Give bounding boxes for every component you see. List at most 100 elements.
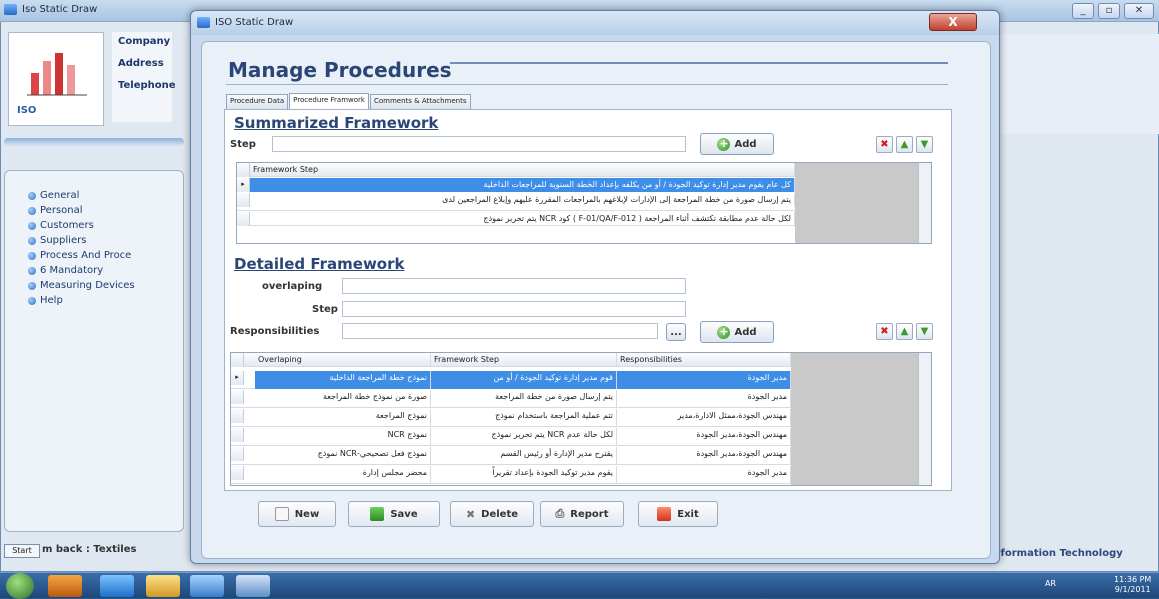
detailed-step-input[interactable]: [342, 301, 686, 317]
column-header-framework-step[interactable]: Framework Step: [431, 353, 617, 367]
maximize-button[interactable]: ▫: [1098, 3, 1120, 19]
internet-explorer-icon[interactable]: [100, 575, 134, 597]
nav-item-measuring-devices[interactable]: Measuring Devices: [28, 278, 135, 293]
dialog-close-button[interactable]: X: [929, 13, 977, 31]
nav-item-mandatory[interactable]: 6 Mandatory: [28, 263, 135, 278]
responsibilities-input[interactable]: [342, 323, 658, 339]
title-underline: [450, 62, 948, 64]
table-row[interactable]: نموذج المراجعة تتم عملية المراجعة باستخد…: [231, 409, 791, 427]
bullet-icon: [28, 251, 36, 260]
word-icon[interactable]: [236, 575, 270, 597]
nav-item-suppliers[interactable]: Suppliers: [28, 233, 135, 248]
table-row[interactable]: نموذج NCR لكل حالة عدم NCR يتم تحرير نمو…: [231, 428, 791, 446]
overlaping-cell: صورة من نموذج خطة المراجعة: [255, 390, 431, 408]
responsibilities-cell: مهندس الجودة،مدير الجودة: [617, 428, 791, 446]
detailed-move-up-icon[interactable]: ▲: [896, 323, 913, 340]
column-header-framework-step[interactable]: Framework Step: [250, 163, 795, 177]
report-button[interactable]: ⎙ Report: [540, 501, 624, 527]
nav-label: Measuring Devices: [40, 280, 135, 291]
summarized-move-down-icon[interactable]: ▼: [916, 136, 933, 153]
language-indicator[interactable]: AR: [1045, 579, 1056, 588]
summarized-move-up-icon[interactable]: ▲: [896, 136, 913, 153]
delete-button[interactable]: ✖ Delete: [450, 501, 534, 527]
new-document-icon: [274, 507, 289, 521]
nav-label: Personal: [40, 205, 83, 216]
summarized-add-button[interactable]: + Add: [700, 133, 774, 155]
navigation-list: General Personal Customers Suppliers Pro…: [28, 188, 135, 308]
summarized-scrollbar[interactable]: [918, 163, 931, 243]
overlaping-cell: نموذج خطة المراجعة الداخلية: [255, 371, 431, 389]
tab-comments-attachments[interactable]: Comments & Attachments: [369, 94, 471, 109]
table-row[interactable]: صورة من نموذج خطة المراجعة يتم إرسال صور…: [231, 390, 791, 408]
framework-step-cell: يتم إرسال صورة من خطة المراجعة: [431, 390, 617, 408]
table-row[interactable]: نموذج فعل تصحيحي-NCR نموذج يقترح مدير ال…: [231, 447, 791, 465]
summarized-delete-icon[interactable]: ✖: [876, 136, 893, 153]
table-row[interactable]: ▸ نموذج خطة المراجعة الداخلية قوم مدير إ…: [231, 371, 791, 389]
summarized-step-input[interactable]: [272, 136, 686, 152]
divider: [4, 138, 184, 146]
windows-start-orb-icon[interactable]: [6, 573, 34, 599]
grid-header-row: Framework Step: [237, 163, 795, 177]
grid-header-row: Overlaping Framework Step Responsibiliti…: [231, 353, 791, 367]
overlaping-cell: نموذج NCR: [255, 428, 431, 446]
add-icon: +: [717, 136, 731, 151]
nav-label: Customers: [40, 220, 94, 231]
report-icon: ⎙: [555, 507, 565, 520]
bar-chart-logo-icon: [27, 53, 87, 96]
framework-step-cell: كل عام يقوم مدير إدارة توكيد الجودة / أو…: [250, 178, 795, 192]
status-text: m back : Textiles: [42, 544, 137, 555]
table-row[interactable]: محضر مجلس إدارة يقوم مدير توكيد الجودة ب…: [231, 466, 791, 484]
detailed-scrollbar[interactable]: [918, 353, 931, 485]
detailed-add-button[interactable]: + Add: [700, 321, 774, 343]
tab-procedure-framework[interactable]: Procedure Framwork: [289, 93, 369, 109]
exit-button[interactable]: Exit: [638, 501, 718, 527]
nav-item-general[interactable]: General: [28, 188, 135, 203]
start-button[interactable]: Start: [4, 544, 40, 558]
row-selector-icon: ▸: [237, 178, 250, 192]
row-header: [237, 193, 250, 207]
bullet-icon: [28, 236, 36, 245]
nav-item-customers[interactable]: Customers: [28, 218, 135, 233]
row-header: [237, 163, 250, 177]
table-row[interactable]: يتم إرسال صورة من خطة المراجعة إلى الإدا…: [237, 193, 795, 211]
overlaping-input[interactable]: [342, 278, 686, 294]
bullet-icon: [28, 281, 36, 290]
row-header: [237, 212, 250, 226]
table-row[interactable]: ▸ كل عام يقوم مدير إدارة توكيد الجودة / …: [237, 178, 795, 192]
app-task-icon[interactable]: [190, 575, 224, 597]
media-player-icon[interactable]: [48, 575, 82, 597]
responsibilities-cell: مهندس الجودة،مدير الجودة: [617, 447, 791, 465]
framework-step-cell: يتم إرسال صورة من خطة المراجعة إلى الإدا…: [250, 193, 795, 207]
new-button[interactable]: New: [258, 501, 336, 527]
nav-item-help[interactable]: Help: [28, 293, 135, 308]
background-close-button[interactable]: ✕: [1124, 3, 1154, 19]
detailed-move-down-icon[interactable]: ▼: [916, 323, 933, 340]
bullet-icon: [28, 191, 36, 200]
background-window-title: Iso Static Draw: [22, 4, 98, 15]
company-label: Company: [118, 36, 171, 47]
nav-item-process[interactable]: Process And Proce: [28, 248, 135, 263]
overlaping-cell: نموذج المراجعة: [255, 409, 431, 427]
app-icon: [4, 4, 17, 15]
exit-label: Exit: [677, 508, 699, 520]
minimize-button[interactable]: _: [1072, 3, 1094, 19]
responsibilities-cell: مهندس الجودة،ممثل الادارة،مدير: [617, 409, 791, 427]
summarized-framework-heading: Summarized Framework: [234, 114, 439, 132]
row-header: [231, 447, 244, 461]
clock[interactable]: 11:36 PM 9/1/2011: [1114, 575, 1151, 595]
step-label: Step: [230, 139, 256, 150]
company-info: Company Address Telephone: [112, 32, 176, 122]
column-header-responsibilities[interactable]: Responsibilities: [617, 353, 791, 367]
framework-step-cell: قوم مدير إدارة توكيد الجودة / أو من: [431, 371, 617, 389]
address-label: Address: [118, 58, 164, 69]
browse-button[interactable]: ...: [666, 323, 686, 341]
taskbar: [0, 572, 1159, 599]
nav-item-personal[interactable]: Personal: [28, 203, 135, 218]
folder-icon[interactable]: [146, 575, 180, 597]
tab-procedure-data[interactable]: Procedure Data: [226, 94, 289, 109]
table-row[interactable]: لكل حالة عدم مطابقة تكتشف أثناء المراجعة…: [237, 212, 795, 226]
add-icon: +: [717, 324, 731, 339]
column-header-overlaping[interactable]: Overlaping: [255, 353, 431, 367]
detailed-delete-icon[interactable]: ✖: [876, 323, 893, 340]
save-button[interactable]: Save: [348, 501, 440, 527]
